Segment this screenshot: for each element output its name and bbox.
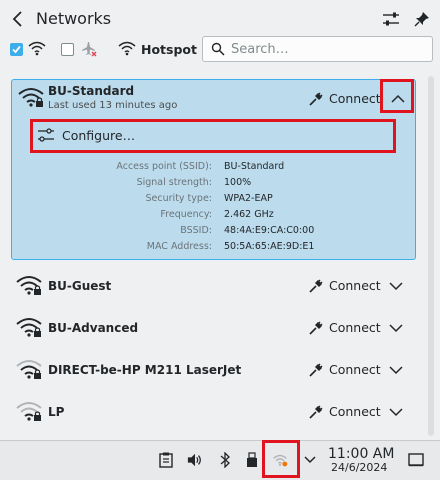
tray-expand-button[interactable]: [302, 451, 318, 469]
sliders-icon: [383, 12, 399, 26]
clock-time[interactable]: 11:00 AM: [328, 446, 394, 462]
networks-applet: Networks Hotspot Search… BU-Standard Las…: [0, 0, 440, 480]
detail-row: Frequency: 2.462 GHz: [160, 209, 274, 220]
expand-button[interactable]: [388, 278, 404, 294]
detail-row: Security type: WPA2-EAP: [145, 193, 273, 204]
bluetooth-icon: [220, 452, 230, 468]
network-last-used: Last used 13 minutes ago: [48, 100, 178, 111]
connect-button[interactable]: Connect: [309, 320, 381, 335]
highlight-network-tray: [262, 440, 300, 478]
expand-button[interactable]: [388, 320, 404, 336]
plug-icon: [309, 405, 323, 419]
bluetooth-tray-button[interactable]: [217, 451, 233, 469]
plug-icon: [309, 92, 323, 106]
connect-button[interactable]: Connect: [309, 362, 381, 377]
network-item[interactable]: BU-Advanced Connect: [11, 308, 416, 348]
pin-button[interactable]: [412, 9, 432, 29]
network-name: BU-Standard: [48, 84, 135, 98]
detail-row: Signal strength: 100%: [136, 177, 252, 188]
connect-label: Connect: [329, 278, 381, 293]
airplane-mode-icon: [80, 41, 98, 57]
wifi-secure-icon: [15, 316, 43, 338]
highlight-configure: [30, 119, 396, 153]
connect-label: Connect: [329, 91, 381, 106]
search-icon: [211, 42, 225, 56]
connect-label: Connect: [329, 362, 381, 377]
back-button[interactable]: [8, 8, 28, 30]
network-item[interactable]: LP Connect: [11, 392, 416, 432]
wifi-enable-checkbox[interactable]: [10, 43, 23, 56]
wifi-secure-icon: [15, 400, 43, 422]
configure-settings-button[interactable]: [381, 9, 401, 29]
volume-tray-button[interactable]: [187, 451, 203, 469]
pin-icon: [414, 12, 429, 27]
chevron-down-icon: [389, 408, 403, 417]
connect-label: Connect: [329, 320, 381, 335]
detail-row: MAC Address: 50:5A:65:AE:9D:E1: [146, 241, 315, 252]
plug-icon: [309, 363, 323, 377]
plug-icon: [309, 279, 323, 293]
network-item[interactable]: BU-Guest Connect: [11, 266, 416, 306]
device-tray-button[interactable]: [244, 451, 260, 469]
network-name: BU-Advanced: [48, 321, 139, 335]
desktop-icon: [408, 453, 424, 467]
plug-icon: [309, 321, 323, 335]
list-scrollbar[interactable]: [428, 76, 434, 436]
network-name: BU-Guest: [48, 279, 112, 293]
chevron-left-icon: [12, 11, 22, 27]
connect-label: Connect: [329, 404, 381, 419]
network-name: DIRECT-be-HP M211 LaserJet: [48, 363, 242, 377]
chevron-down-icon: [389, 366, 403, 375]
clock-date[interactable]: 24/6/2024: [331, 461, 387, 474]
chevron-down-icon: [304, 456, 316, 464]
wifi-icon: [27, 40, 47, 56]
highlight-collapse: [380, 79, 414, 113]
wifi-secure-icon: [17, 86, 45, 108]
clipboard-icon: [159, 452, 173, 468]
search-placeholder: Search…: [231, 42, 289, 57]
expand-button[interactable]: [388, 404, 404, 420]
show-desktop-button[interactable]: [408, 451, 424, 469]
page-title: Networks: [36, 9, 112, 28]
checkmark-icon: [12, 45, 21, 54]
network-name: LP: [48, 405, 65, 419]
detail-row: Access point (SSID): BU-Standard: [116, 161, 285, 172]
connect-button[interactable]: Connect: [309, 91, 381, 106]
wifi-secure-icon: [15, 274, 43, 296]
speaker-icon: [187, 453, 201, 467]
chevron-down-icon: [389, 324, 403, 333]
airplane-mode-checkbox[interactable]: [61, 43, 74, 56]
search-input[interactable]: Search…: [202, 36, 433, 62]
usb-drive-icon: [247, 452, 257, 467]
connect-button[interactable]: Connect: [309, 404, 381, 419]
hotspot-button[interactable]: Hotspot: [141, 42, 197, 57]
detail-row: BSSID: 48:4A:E9:CA:C0:00: [180, 225, 315, 236]
hotspot-icon: [117, 40, 137, 56]
network-item[interactable]: DIRECT-be-HP M211 LaserJet Connect: [11, 350, 416, 390]
clipboard-tray-button[interactable]: [158, 451, 174, 469]
expand-button[interactable]: [388, 362, 404, 378]
chevron-down-icon: [389, 282, 403, 291]
connect-button[interactable]: Connect: [309, 278, 381, 293]
wifi-secure-icon: [15, 358, 43, 380]
